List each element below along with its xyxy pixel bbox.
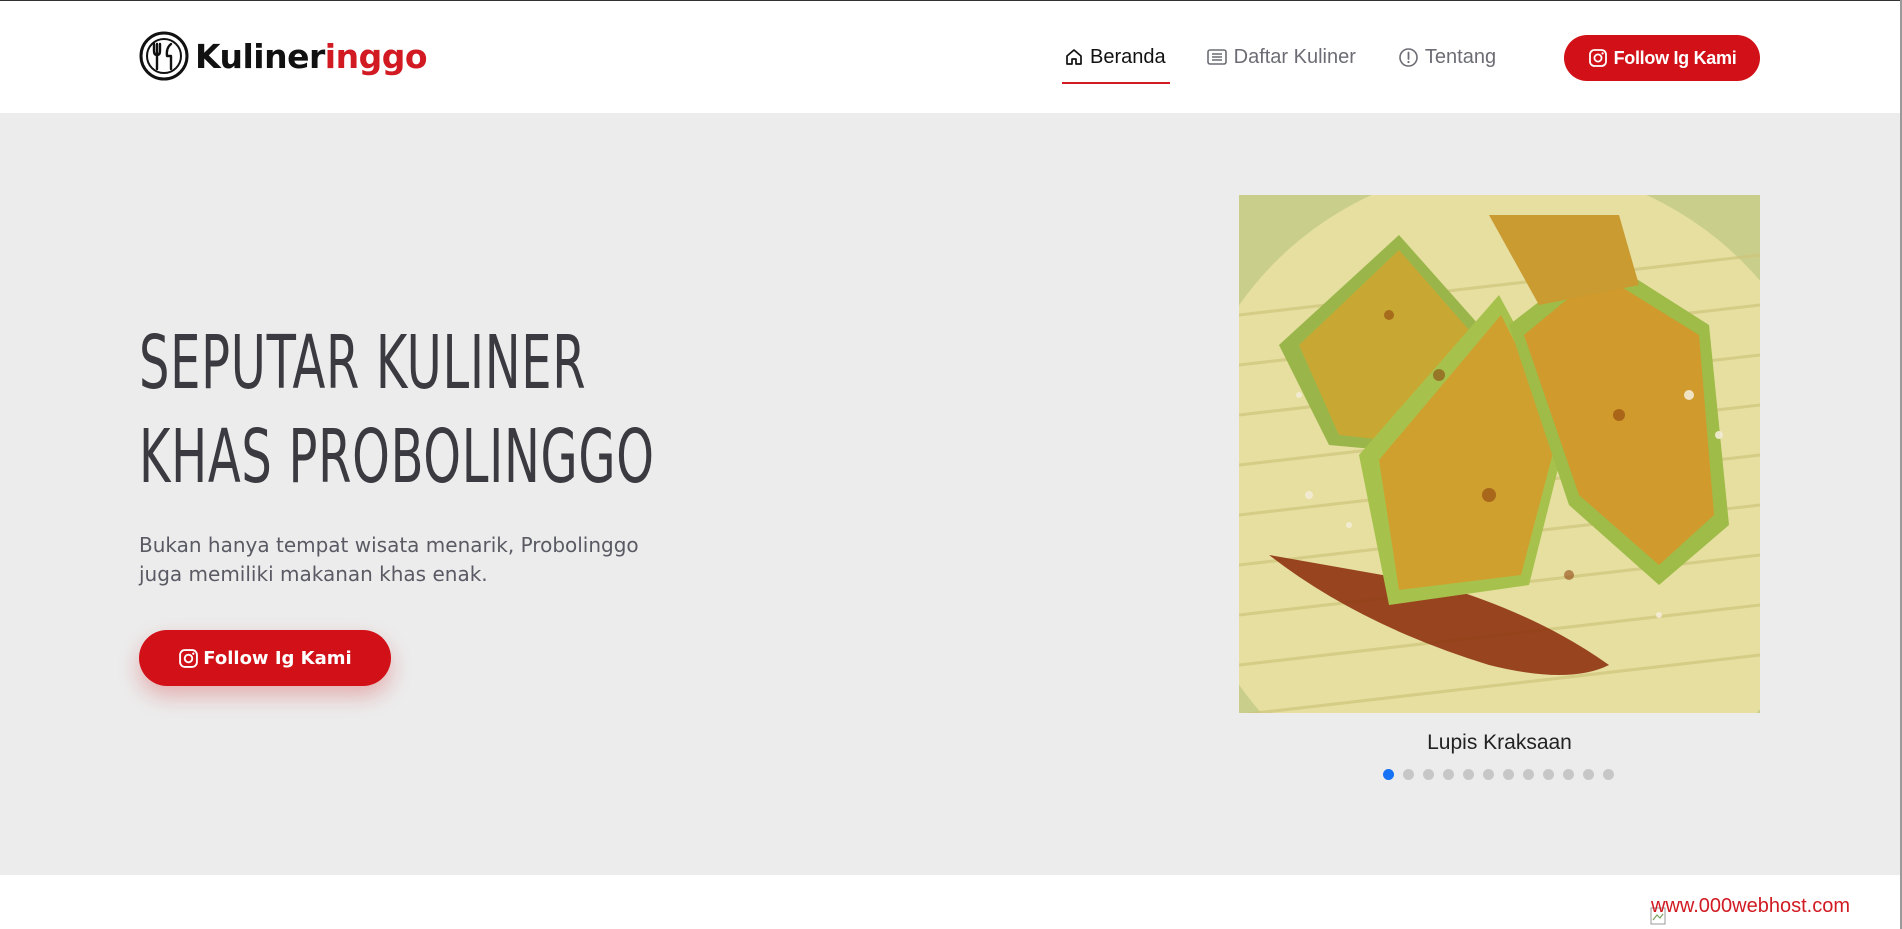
nav-item-label: Beranda [1090, 45, 1166, 68]
brand-logo-link[interactable]: Kulineringgo [139, 31, 428, 81]
main-nav: Beranda Daftar Kuliner Tentang [1062, 37, 1496, 84]
nav-item-beranda[interactable]: Beranda [1062, 37, 1170, 84]
site-header: Kulineringgo Beranda Daftar Kuliner Tent… [0, 1, 1900, 113]
carousel-indicators [1383, 769, 1623, 780]
hero-section: SEPUTAR KULINER KHAS PROBOLINGGO Bukan h… [0, 113, 1900, 875]
hero-title-line2: KHAS PROBOLINGGO [139, 414, 655, 500]
instagram-icon [1588, 49, 1607, 67]
brand-name: Kulineringgo [195, 36, 428, 76]
hero-title: SEPUTAR KULINER KHAS PROBOLINGGO [139, 316, 655, 504]
list-icon [1206, 49, 1227, 65]
carousel-dot[interactable] [1583, 769, 1594, 780]
carousel-dot[interactable] [1403, 769, 1414, 780]
follow-ig-hero-label: Follow Ig Kami [203, 647, 352, 669]
home-icon [1066, 49, 1082, 65]
carousel-dot[interactable] [1503, 769, 1514, 780]
info-icon [1399, 47, 1418, 67]
page-below-hero [0, 875, 1900, 929]
carousel-dot[interactable] [1443, 769, 1454, 780]
webhost-badge-link[interactable]: www.000webhost.com [1651, 895, 1850, 918]
lupis-food-image [1239, 195, 1760, 713]
nav-item-tentang[interactable]: Tentang [1398, 37, 1496, 77]
nav-item-daftar-kuliner[interactable]: Daftar Kuliner [1206, 37, 1356, 77]
carousel-dot[interactable] [1483, 769, 1494, 780]
carousel-dot[interactable] [1383, 769, 1394, 780]
follow-ig-header-label: Follow Ig Kami [1613, 47, 1737, 68]
follow-ig-hero-button[interactable]: Follow Ig Kami [139, 630, 391, 686]
instagram-icon [179, 648, 199, 668]
nav-item-label: Daftar Kuliner [1233, 45, 1356, 68]
carousel-dot[interactable] [1423, 769, 1434, 780]
carousel-dot[interactable] [1463, 769, 1474, 780]
hero-title-line1: SEPUTAR KULINER [139, 320, 587, 406]
carousel-slide-image[interactable] [1239, 195, 1760, 713]
carousel-dot[interactable] [1543, 769, 1554, 780]
restaurant-logo-icon [139, 31, 189, 81]
carousel-dot[interactable] [1603, 769, 1614, 780]
nav-item-label: Tentang [1424, 45, 1497, 68]
follow-ig-header-button[interactable]: Follow Ig Kami [1564, 35, 1760, 81]
carousel-caption: Lupis Kraksaan [1427, 731, 1572, 754]
hero-description: Bukan hanya tempat wisata menarik, Probo… [139, 533, 639, 586]
carousel-dot[interactable] [1563, 769, 1574, 780]
carousel-dot[interactable] [1523, 769, 1534, 780]
